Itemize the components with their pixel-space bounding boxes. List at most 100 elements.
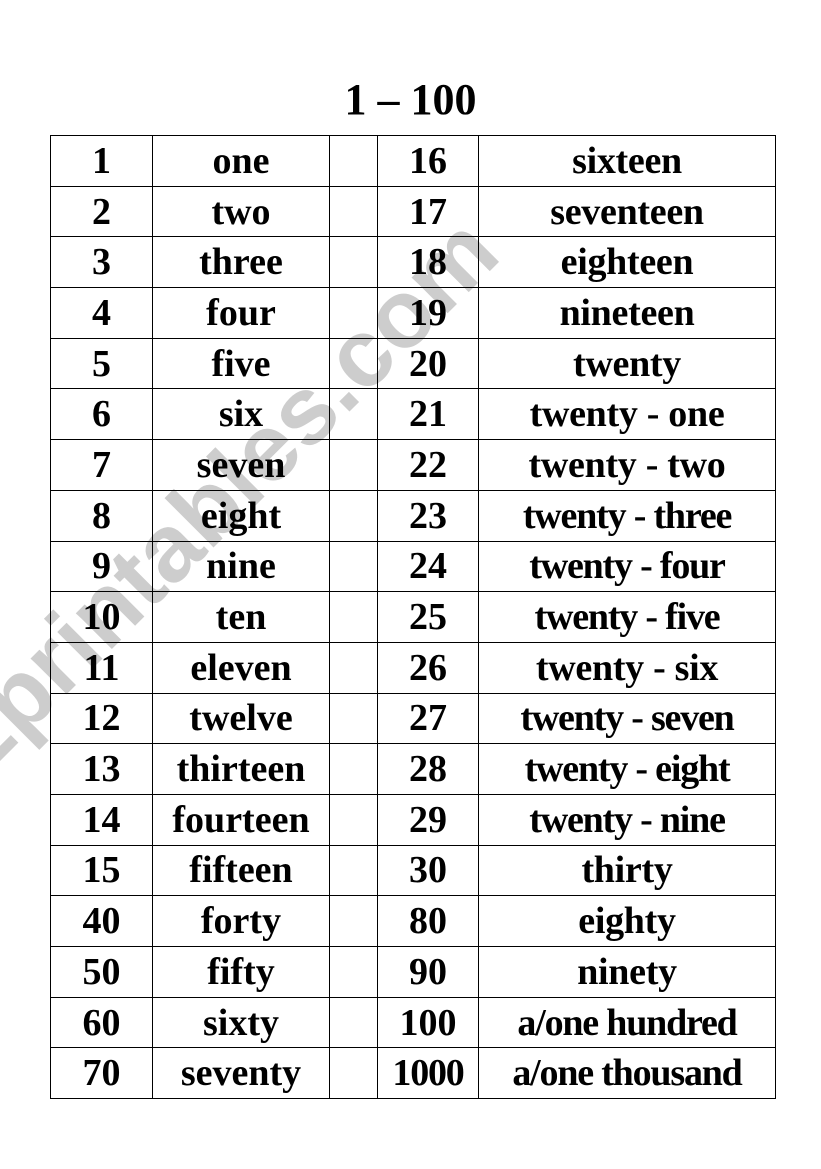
word-cell-right: nineteen bbox=[478, 287, 776, 339]
number-cell-left: 4 bbox=[50, 287, 153, 339]
table-row: 50 fifty 90 ninety bbox=[50, 946, 776, 998]
spacer-cell bbox=[329, 185, 378, 238]
page-title: 1 – 100 bbox=[344, 75, 477, 124]
number-cell-left: 50 bbox=[50, 946, 153, 998]
spacer-cell bbox=[329, 540, 378, 593]
number-cell-left: 8 bbox=[50, 489, 153, 542]
number-cell-right: 17 bbox=[377, 185, 479, 238]
spacer-cell bbox=[329, 692, 378, 745]
number-cell-left: 6 bbox=[50, 388, 153, 441]
table-row: 13 thirteen 28 twenty - eight bbox=[50, 743, 776, 795]
number-cell-right: 25 bbox=[377, 591, 479, 643]
spacer-cell bbox=[329, 135, 378, 187]
number-cell-right: 19 bbox=[377, 287, 479, 339]
spacer-cell bbox=[329, 1047, 378, 1100]
table-row: 3 three 18 eighteen bbox=[50, 236, 776, 289]
word-cell-right: twenty - five bbox=[478, 591, 776, 643]
number-cell-left: 10 bbox=[50, 591, 153, 643]
table-row: 4 four 19 nineteen bbox=[50, 287, 776, 339]
table-row: 9 nine 24 twenty - four bbox=[50, 540, 776, 593]
number-cell-left: 15 bbox=[50, 844, 153, 897]
word-cell-left: fifty bbox=[152, 946, 330, 998]
word-cell-right: ninety bbox=[478, 946, 776, 998]
table-row: 2 two 17 seventeen bbox=[50, 185, 776, 238]
number-cell-right: 21 bbox=[377, 388, 479, 441]
number-cell-right: 1000 bbox=[377, 1047, 479, 1100]
spacer-cell bbox=[329, 946, 378, 998]
word-cell-left: three bbox=[152, 236, 330, 289]
table-row: 8 eight 23 twenty - three bbox=[50, 489, 776, 542]
word-cell-left: five bbox=[152, 337, 330, 390]
numbers-table-body: 1 one 16 sixteen 2 two 17 seventeen 3 three 18 eigh… bbox=[50, 135, 776, 1100]
number-cell-right: 16 bbox=[377, 135, 479, 187]
spacer-cell bbox=[329, 844, 378, 897]
number-cell-left: 11 bbox=[50, 641, 153, 694]
number-cell-right: 80 bbox=[377, 895, 479, 947]
number-cell-left: 1 bbox=[50, 135, 153, 187]
spacer-cell bbox=[329, 895, 378, 947]
table-row: 1 one 16 sixteen bbox=[50, 135, 776, 187]
word-cell-right: twenty - three bbox=[478, 489, 776, 542]
spacer-cell bbox=[329, 793, 378, 846]
number-cell-left: 13 bbox=[50, 743, 153, 795]
word-cell-left: eleven bbox=[152, 641, 330, 694]
word-cell-right: twenty - eight bbox=[478, 743, 776, 795]
number-cell-left: 3 bbox=[50, 236, 153, 289]
table-row: 70 seventy 1000 a/one thousand bbox=[50, 1047, 776, 1100]
word-cell-right: eighteen bbox=[478, 236, 776, 289]
word-cell-right: seventeen bbox=[478, 185, 776, 238]
table-row: 7 seven 22 twenty - two bbox=[50, 439, 776, 491]
word-cell-right: twenty - six bbox=[478, 641, 776, 694]
table-row: 40 forty 80 eighty bbox=[50, 895, 776, 947]
spacer-cell bbox=[329, 388, 378, 441]
word-cell-left: ten bbox=[152, 591, 330, 643]
number-cell-right: 100 bbox=[377, 996, 479, 1049]
word-cell-left: eight bbox=[152, 489, 330, 542]
spacer-cell bbox=[329, 287, 378, 339]
number-cell-left: 60 bbox=[50, 996, 153, 1049]
word-cell-right: twenty bbox=[478, 337, 776, 390]
numbers-table: 1 one 16 sixteen 2 two 17 seventeen 3 three 18 eigh… bbox=[50, 135, 776, 1100]
word-cell-left: nine bbox=[152, 540, 330, 593]
spacer-cell bbox=[329, 743, 378, 795]
number-cell-right: 18 bbox=[377, 236, 479, 289]
table-row: 6 six 21 twenty - one bbox=[50, 388, 776, 441]
word-cell-left: six bbox=[152, 388, 330, 441]
word-cell-left: sixty bbox=[152, 996, 330, 1049]
word-cell-right: a/one thousand bbox=[478, 1047, 776, 1100]
number-cell-left: 2 bbox=[50, 185, 153, 238]
spacer-cell bbox=[329, 337, 378, 390]
number-cell-right: 30 bbox=[377, 844, 479, 897]
spacer-cell bbox=[329, 489, 378, 542]
spacer-cell bbox=[329, 439, 378, 491]
table-row: 10 ten 25 twenty - five bbox=[50, 591, 776, 643]
number-cell-left: 5 bbox=[50, 337, 153, 390]
word-cell-right: eighty bbox=[478, 895, 776, 947]
number-cell-right: 28 bbox=[377, 743, 479, 795]
word-cell-left: four bbox=[152, 287, 330, 339]
word-cell-right: twenty - seven bbox=[478, 692, 776, 745]
word-cell-left: fourteen bbox=[152, 793, 330, 846]
number-cell-right: 27 bbox=[377, 692, 479, 745]
table-row: 11 eleven 26 twenty - six bbox=[50, 641, 776, 694]
number-cell-left: 40 bbox=[50, 895, 153, 947]
number-cell-left: 9 bbox=[50, 540, 153, 593]
number-cell-right: 90 bbox=[377, 946, 479, 998]
table-row: 60 sixty 100 a/one hundred bbox=[50, 996, 776, 1049]
number-cell-left: 70 bbox=[50, 1047, 153, 1100]
number-cell-right: 23 bbox=[377, 489, 479, 542]
number-cell-left: 7 bbox=[50, 439, 153, 491]
table-row: 15 fifteen 30 thirty bbox=[50, 844, 776, 897]
number-cell-right: 29 bbox=[377, 793, 479, 846]
table-row: 5 five 20 twenty bbox=[50, 337, 776, 390]
word-cell-left: two bbox=[152, 185, 330, 238]
number-cell-right: 20 bbox=[377, 337, 479, 390]
number-cell-left: 14 bbox=[50, 793, 153, 846]
spacer-cell bbox=[329, 591, 378, 643]
spacer-cell bbox=[329, 236, 378, 289]
word-cell-right: thirty bbox=[478, 844, 776, 897]
word-cell-left: one bbox=[152, 135, 330, 187]
number-cell-right: 26 bbox=[377, 641, 479, 694]
table-row: 12 twelve 27 twenty - seven bbox=[50, 692, 776, 745]
word-cell-left: thirteen bbox=[152, 743, 330, 795]
